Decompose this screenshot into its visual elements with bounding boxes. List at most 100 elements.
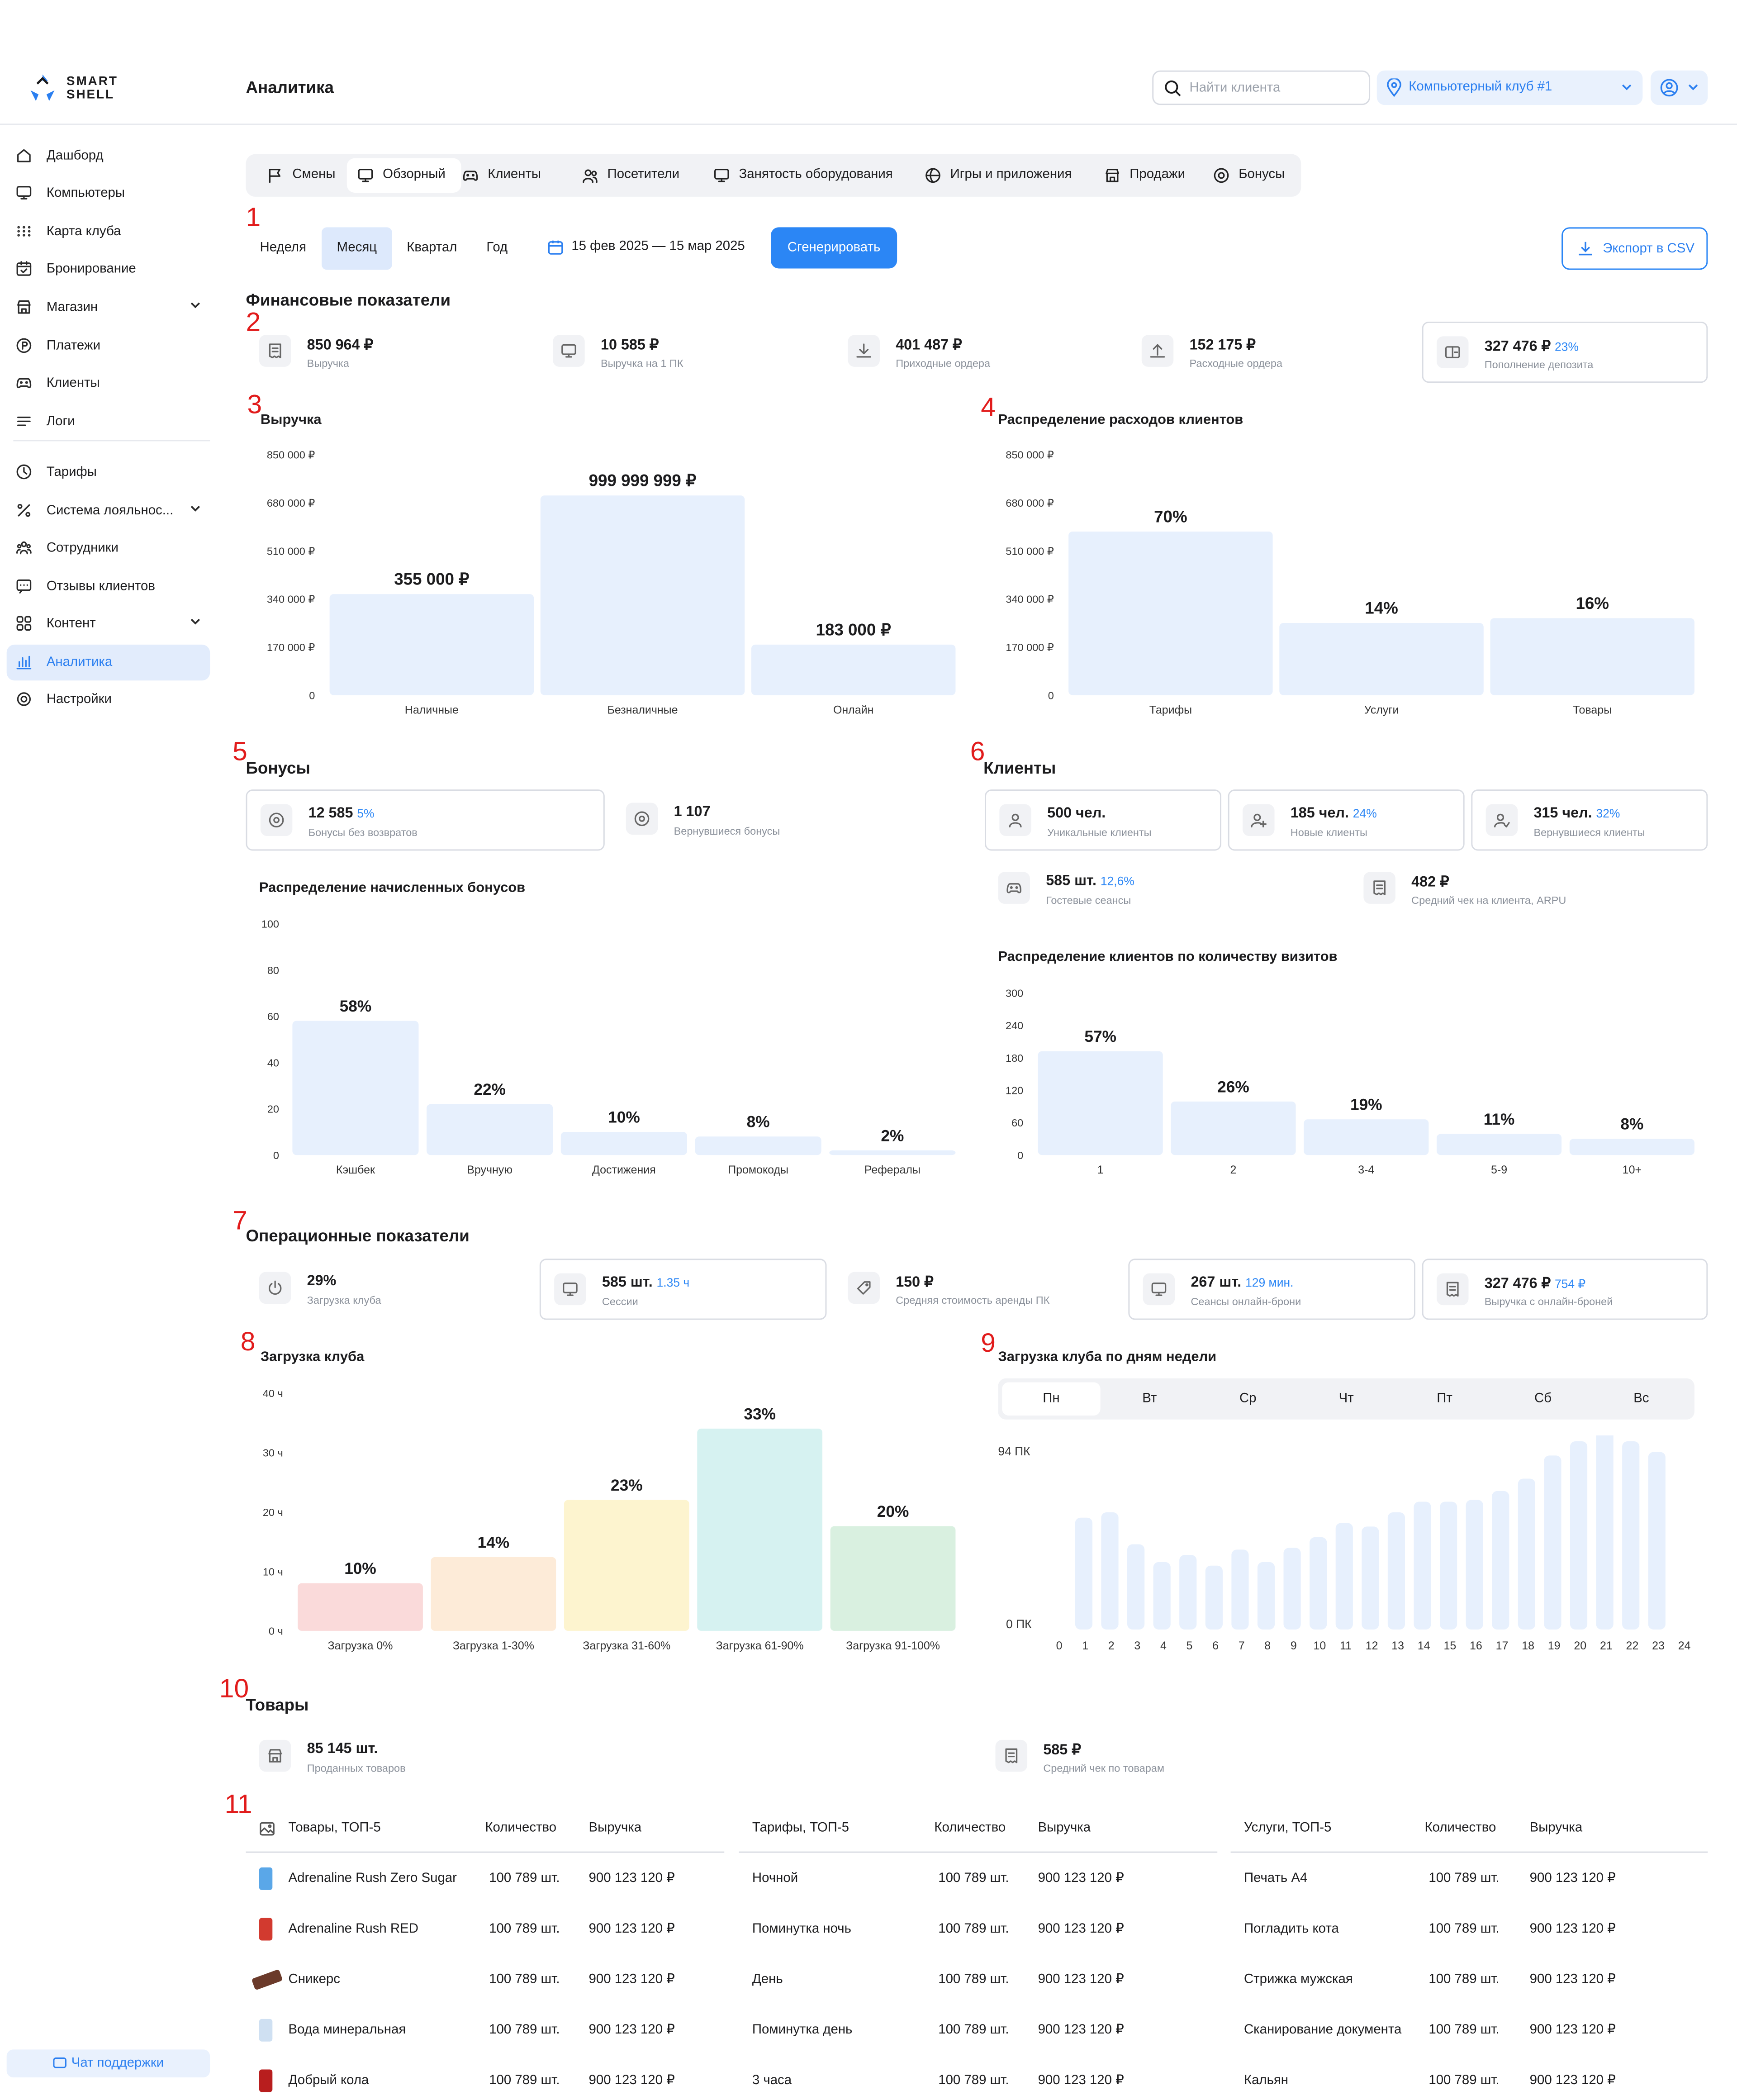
search-input[interactable]: Найти клиента <box>1152 70 1371 105</box>
sidebar-item-5[interactable]: Платежи <box>7 328 210 364</box>
bar <box>695 1136 821 1155</box>
period-0[interactable]: Неделя <box>251 227 315 270</box>
sidebar-item-12[interactable]: Контент <box>7 606 210 642</box>
table-row[interactable]: Сканирование документа 100 789 шт. 900 123… <box>1231 2023 1709 2050</box>
weekday-tab-6[interactable]: Вс <box>1592 1383 1690 1416</box>
table-cell: 100 789 шт. <box>1429 1972 1500 1987</box>
card-label: Сессии <box>602 1296 638 1308</box>
monitor-icon <box>358 168 373 182</box>
tab-2[interactable]: Клиенты <box>452 158 561 193</box>
card-value-text: 152 175 ₽ <box>1189 337 1256 354</box>
table-row[interactable]: Вода минеральная 100 789 шт. 900 123 120 ₽ <box>246 2019 725 2050</box>
sidebar-item-6[interactable]: Клиенты <box>7 366 210 401</box>
table-cell: Сникерс <box>288 1972 340 1987</box>
sidebar-item-label: Сотрудники <box>46 541 119 556</box>
card-value: 500 чел. <box>1047 805 1106 821</box>
marker-5: 5 <box>233 737 247 767</box>
period-2[interactable]: Квартал <box>399 227 465 270</box>
date-range-picker[interactable]: 15 фев 2025 — 15 мар 2025 <box>545 239 745 258</box>
bar <box>427 1104 553 1155</box>
chevron-down-icon <box>190 506 200 512</box>
card-value: 150 ₽ <box>896 1273 934 1291</box>
sidebar-item-10[interactable]: Сотрудники <box>7 530 210 566</box>
table-row[interactable]: Погладить кота 100 789 шт. 900 123 120 ₽ <box>1231 1922 1709 1948</box>
club-select-value: Компьютерный клуб #1 <box>1409 80 1552 95</box>
team-icon <box>16 541 32 555</box>
sidebar-item-8[interactable]: Тарифы <box>7 455 210 490</box>
table-cell: Поминутка ночь <box>752 1922 851 1937</box>
revenue-chart: 850 000 ₽ 680 000 ₽ 510 000 ₽ 340 000 ₽ 170 … <box>267 449 956 717</box>
club-select[interactable]: Компьютерный клуб #1 <box>1376 70 1643 105</box>
export-csv-button[interactable]: Экспорт в CSV <box>1561 227 1708 270</box>
sidebar-item-3[interactable]: Бронирование <box>7 251 210 287</box>
table-cell: 100 789 шт. <box>1429 2073 1500 2088</box>
sidebar-item-14[interactable]: Настройки <box>7 682 210 717</box>
table-row[interactable]: Adrenaline Rush Zero Sugar 100 789 шт. 900… <box>246 1867 725 1898</box>
table-row[interactable]: День 100 789 шт. 900 123 120 ₽ <box>739 1972 1218 1999</box>
tab-4[interactable]: Занятость оборудования <box>703 158 910 193</box>
weekday-tab-2[interactable]: Ср <box>1199 1383 1297 1416</box>
product-thumbnail <box>259 2069 273 2092</box>
card-value: 85 145 шт. <box>307 1741 378 1757</box>
tab-0[interactable]: Смены <box>256 158 347 193</box>
x-category-label: 6 <box>1212 1639 1219 1652</box>
weekday-tab-3[interactable]: Чт <box>1297 1383 1395 1416</box>
table-row[interactable]: Ночной 100 789 шт. 900 123 120 ₽ <box>739 1872 1218 1898</box>
table-cell: 900 123 120 ₽ <box>1529 1871 1616 1886</box>
tab-7[interactable]: Бонусы <box>1203 158 1296 193</box>
generate-button[interactable]: Сгенерировать <box>771 227 897 269</box>
period-1[interactable]: Месяц <box>321 227 392 270</box>
bar-value-label: 20% <box>877 1503 909 1520</box>
table-row[interactable]: Кальян 100 789 шт. 900 123 120 ₽ <box>1231 2073 1709 2100</box>
table-row[interactable]: Adrenaline Rush RED 100 789 шт. 900 123 12… <box>246 1918 725 1948</box>
marker-7: 7 <box>233 1207 247 1236</box>
tag-icon <box>857 1281 871 1295</box>
sidebar-item-0[interactable]: Дашборд <box>7 138 210 174</box>
target-icon <box>269 812 284 828</box>
table-cell: Кальян <box>1243 2073 1289 2088</box>
monitor-icon <box>714 168 729 182</box>
table-row[interactable]: Стрижка мужская 100 789 шт. 900 123 120 ₽ <box>1231 1972 1709 1999</box>
user-menu[interactable] <box>1650 70 1708 105</box>
metric-card: 585 ₽ Средний чек по товарам <box>982 1726 1381 1787</box>
table-header: Выручка <box>1038 1821 1091 1836</box>
sidebar-item-9[interactable]: Система лояльнос... <box>7 493 210 529</box>
tab-5[interactable]: Игры и приложения <box>914 158 1087 193</box>
weekday-tab-1[interactable]: Вт <box>1101 1383 1199 1416</box>
sidebar-item-2[interactable]: Карта клуба <box>7 214 210 250</box>
weekday-tab-4[interactable]: Пт <box>1395 1383 1494 1416</box>
card-percent: 32% <box>1596 807 1620 820</box>
tab-1[interactable]: Обзорный <box>346 158 461 193</box>
weekday-tab-5[interactable]: Сб <box>1494 1383 1592 1416</box>
card-percent: 5% <box>357 807 375 820</box>
table-row[interactable]: Сникерс 100 789 шт. 900 123 120 ₽ <box>246 1969 725 1999</box>
weekday-tab-0[interactable]: Пн <box>1002 1382 1101 1416</box>
table-row[interactable]: 3 часа 100 789 шт. 900 123 120 ₽ <box>739 2073 1218 2100</box>
product-thumbnail <box>259 1918 273 1941</box>
card-value-text: 327 476 ₽ <box>1484 1276 1551 1292</box>
tab-3[interactable]: Посетители <box>571 158 699 193</box>
sidebar-item-4[interactable]: Магазин <box>7 290 210 325</box>
bar <box>540 495 745 695</box>
card-icon-box <box>1363 872 1395 904</box>
bar <box>830 1526 956 1631</box>
marker-3: 3 <box>247 390 262 420</box>
card-icon-box <box>1143 1273 1175 1306</box>
period-3[interactable]: Год <box>476 227 518 270</box>
table-row[interactable]: Печать А4 100 789 шт. 900 123 120 ₽ <box>1231 1872 1709 1898</box>
table-row[interactable]: Поминутка ночь 100 789 шт. 900 123 120 ₽ <box>739 1922 1218 1948</box>
x-category-label: 1 <box>1097 1164 1104 1176</box>
table-row[interactable]: Поминутка день 100 789 шт. 900 123 120 ₽ <box>739 2023 1218 2050</box>
sidebar-item-13[interactable]: Аналитика <box>6 644 210 681</box>
card-label: Средний чек на клиента, ARPU <box>1411 894 1566 907</box>
sidebar-item-11[interactable]: Отзывы клиентов <box>7 569 210 604</box>
support-chat-button[interactable]: Чат поддержки <box>6 2049 210 2078</box>
table-row[interactable]: Добрый кола 100 789 шт. 900 123 120 ₽ <box>246 2069 725 2100</box>
sidebar-item-7[interactable]: Логи <box>7 404 210 440</box>
sidebar-item-1[interactable]: Компьютеры <box>7 176 210 211</box>
table-cell: Стрижка мужская <box>1243 1972 1353 1987</box>
tab-6[interactable]: Продажи <box>1094 158 1197 193</box>
card-value-text: 150 ₽ <box>896 1274 934 1291</box>
card-icon-box <box>626 803 658 835</box>
x-category-label: Промокоды <box>728 1164 788 1176</box>
